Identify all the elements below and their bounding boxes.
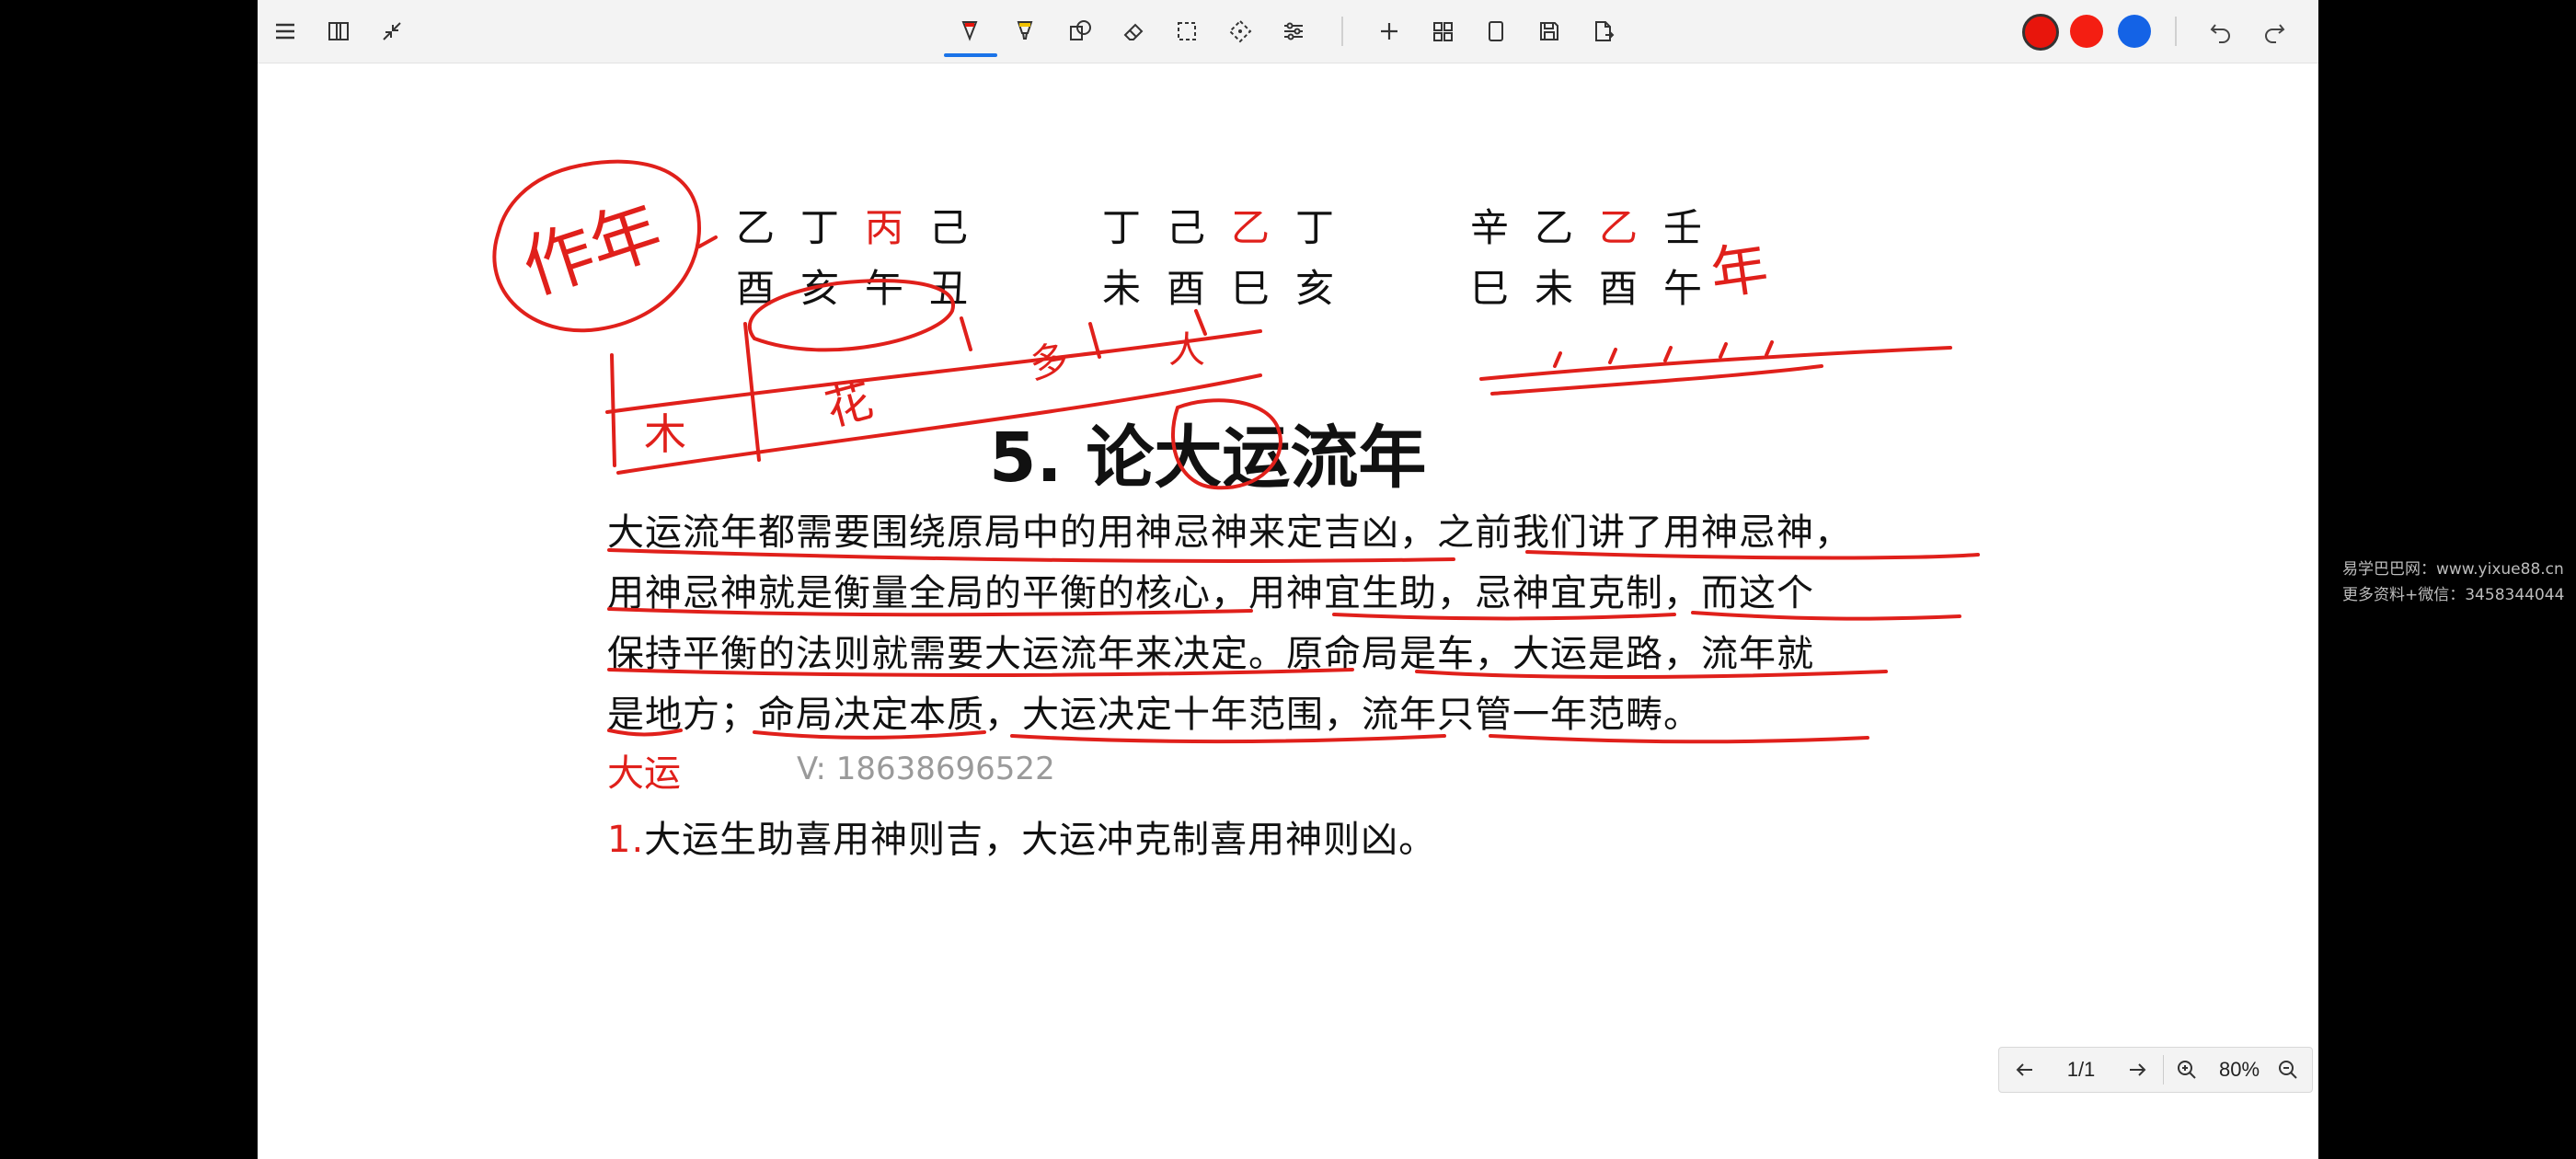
chart2-branch: 亥 — [1295, 266, 1335, 311]
toolbar — [258, 0, 2318, 63]
color-blue[interactable] — [2118, 15, 2151, 48]
document-page: 乙 丁 丙 己 酉 亥 午 丑 丁 己 乙 丁 未 酉 巳 亥 辛 乙 乙 壬 … — [258, 63, 2318, 1159]
ink-line — [1194, 309, 1207, 336]
chart3-branch: 酉 — [1599, 266, 1639, 311]
export-icon[interactable] — [1584, 13, 1621, 50]
redo-icon[interactable] — [2256, 13, 2293, 50]
ink-line — [1490, 364, 1823, 396]
ink-line — [743, 322, 761, 462]
collapse-icon[interactable] — [374, 13, 410, 50]
ink-bar-note: 人 — [1168, 329, 1205, 372]
color-red-selected[interactable] — [2022, 14, 2059, 51]
chart2-branch: 未 — [1102, 266, 1142, 311]
watermark-line: 易学巴巴网：www.yixue88.cn — [2342, 560, 2564, 579]
ink-line — [960, 316, 972, 351]
chart3-branch: 巳 — [1470, 266, 1510, 311]
chart2-stem: 丁 — [1102, 205, 1142, 250]
save-icon[interactable] — [1531, 13, 1568, 50]
toolbar-separator — [1341, 17, 1343, 46]
zoom-level[interactable]: 80% — [2209, 1051, 2270, 1088]
chart2-stem: 乙 — [1231, 205, 1271, 250]
pdf-viewer-window: 乙 丁 丙 己 酉 亥 午 丑 丁 己 乙 丁 未 酉 巳 亥 辛 乙 乙 壬 … — [258, 0, 2318, 1159]
rule-number: 1. — [607, 819, 645, 861]
rule-text: 大运生助喜用神则吉，大运冲克制喜用神则凶。 — [644, 819, 1437, 861]
chart2-stem: 丁 — [1295, 205, 1335, 250]
chart3-stem: 辛 — [1470, 205, 1510, 250]
chart1-stem: 丁 — [800, 205, 840, 250]
toolbar-separator — [2175, 17, 2177, 46]
ink-bar-note: 木 — [644, 409, 686, 459]
grid-icon[interactable] — [1424, 13, 1461, 50]
settings-sliders-icon[interactable] — [1275, 13, 1312, 50]
chart1-branch: 酉 — [736, 266, 776, 311]
section-title: 5. 论大运流年 — [989, 419, 1427, 498]
lasso-select-icon[interactable] — [1168, 13, 1205, 50]
statusbar-separator — [2163, 1055, 2164, 1084]
rule-item: 1.大运生助喜用神则吉，大运冲克制喜用神则凶。 — [607, 809, 1436, 863]
zoom-out-icon[interactable] — [2270, 1051, 2306, 1088]
book-icon[interactable] — [320, 13, 357, 50]
chart3-stem: 乙 — [1599, 205, 1639, 250]
chart1-stem: 乙 — [736, 205, 776, 250]
paragraph-line: 保持平衡的法则就需要大运流年来决定。原命局是车，大运是路，流年就 — [607, 633, 1814, 675]
chart1-stem: 丙 — [865, 205, 904, 250]
chart2-branch: 巳 — [1231, 266, 1271, 311]
ink-line — [1479, 346, 1952, 381]
chart3-branch: 未 — [1535, 266, 1574, 311]
zoom-in-icon[interactable] — [2168, 1051, 2205, 1088]
highlighter-icon[interactable] — [1006, 13, 1043, 50]
page-indicator[interactable]: 1/1 — [2049, 1051, 2113, 1088]
contact-number: V: 18638696522 — [797, 751, 1055, 787]
pen-icon[interactable] — [951, 13, 988, 50]
next-page-icon[interactable] — [2119, 1051, 2156, 1088]
move-icon[interactable] — [1222, 13, 1259, 50]
ink-bar-note: 多 — [1026, 337, 1072, 388]
ink-ticks — [1553, 340, 1774, 368]
chart3-branch: 午 — [1663, 266, 1703, 311]
ink-circle — [747, 279, 955, 352]
chart1-stem: 己 — [929, 205, 969, 250]
section-label: 大运 — [607, 752, 681, 795]
chart2-stem: 己 — [1167, 205, 1206, 250]
ink-line — [610, 353, 616, 467]
chart1-branch: 丑 — [929, 266, 969, 311]
add-icon[interactable] — [1371, 13, 1408, 50]
ink-note-right: 年 — [1707, 234, 1773, 308]
undo-icon[interactable] — [2202, 13, 2239, 50]
color-red[interactable] — [2070, 15, 2103, 48]
page-status-bar: 1/1 80% — [1998, 1047, 2313, 1093]
page-icon[interactable] — [1478, 13, 1514, 50]
paragraph-line: 大运流年都需要围绕原局中的用神忌神来定吉凶，之前我们讲了用神忌神， — [607, 511, 1852, 554]
shapes-icon[interactable] — [1062, 13, 1098, 50]
ink-note-circled: 作年 — [512, 189, 671, 310]
ink-line — [1088, 322, 1101, 359]
ink-line — [605, 329, 1262, 414]
ink-stroke — [697, 235, 718, 248]
chart2-branch: 酉 — [1167, 266, 1206, 311]
ink-bar-note: 花 — [820, 373, 878, 436]
previous-page-icon[interactable] — [2007, 1051, 2043, 1088]
watermark-line: 更多资料+微信：3458344044 — [2342, 586, 2565, 604]
ink-circle — [492, 159, 701, 333]
menu-icon[interactable] — [267, 13, 304, 50]
chart1-branch: 午 — [865, 266, 904, 311]
eraser-icon[interactable] — [1115, 13, 1152, 50]
chart3-stem: 乙 — [1535, 205, 1574, 250]
chart3-stem: 壬 — [1663, 205, 1703, 250]
chart1-branch: 亥 — [800, 266, 840, 311]
paragraph-line: 用神忌神就是衡量全局的平衡的核心，用神宜生助，忌神宜克制，而这个 — [607, 572, 1814, 614]
active-tool-indicator — [944, 53, 997, 57]
paragraph-line: 是地方；命局决定本质，大运决定十年范围，流年只管一年范畴。 — [607, 694, 1701, 736]
